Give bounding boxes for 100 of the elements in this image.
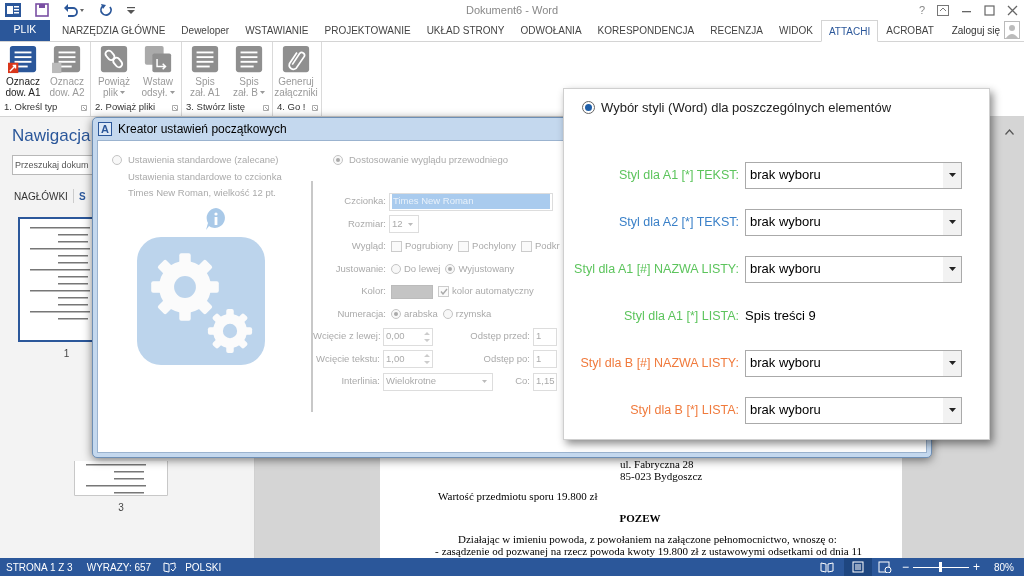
field-label: Czcionka: (343, 194, 387, 209)
collapse-ribbon-icon[interactable] (1005, 129, 1014, 135)
dropdown[interactable]: brak wyboru (745, 349, 962, 377)
word-app-icon[interactable] (5, 2, 21, 18)
pane-title: Nawigacja (12, 126, 91, 146)
slider-thumb[interactable] (939, 562, 943, 572)
style-label: Styl dla A2 [*] TEKST: (618, 213, 740, 231)
close-icon[interactable] (1007, 4, 1018, 16)
dialog-launcher-icon[interactable] (311, 104, 318, 111)
dialog-launcher-icon[interactable] (172, 104, 178, 111)
caret-icon (169, 91, 175, 94)
field-label: Rozmiar: (347, 216, 387, 231)
checkbox-label: kolor automatyczny (452, 284, 534, 299)
document-text: zasądzenie od pozwanej na rzecz powoda kwoty 19.800 zł z ustawowymi odsetkami od dnia 11 (441, 545, 862, 558)
ribbon-tab[interactable]: NARZĘDZIA GŁÓWNE (54, 19, 174, 41)
group-label: 4. Go ! (277, 100, 306, 115)
page-thumbnail[interactable] (18, 217, 92, 342)
checkbox-label: Podkr (534, 239, 560, 254)
description-text: Ustawienia standardowe to czcionka (127, 171, 283, 184)
dialog-title: Kreator ustawień początkowych (118, 121, 287, 138)
caret-icon (120, 91, 125, 94)
radio-label: Do lewej (404, 261, 441, 276)
field-label: Co: (514, 374, 531, 389)
radio-label: arabska (404, 306, 438, 321)
proofing-book-icon[interactable] (163, 561, 178, 573)
radio-button[interactable] (582, 101, 595, 115)
check-icon (439, 288, 448, 295)
gears-icon (137, 237, 265, 366)
description-text: Times New Roman, wielkość 12 pt. (127, 187, 277, 200)
zoom-out-button[interactable]: − (901, 561, 909, 573)
style-value: Spis treści 9 (745, 307, 816, 326)
radio-label: Wyjustowany (458, 261, 515, 276)
field-label: Wcięcie tekstu: (315, 351, 381, 366)
field-label: Interlinia: (340, 374, 381, 389)
caret-icon (408, 222, 413, 226)
radio-label: rzymska (455, 306, 492, 321)
redo-icon[interactable] (99, 3, 113, 17)
ribbon-tab[interactable]: UKŁAD STRONY (418, 19, 513, 41)
checkbox-label: Pogrubiony (405, 239, 454, 254)
radio-label: Wybór styli (Word) dla poszczególnych elementów (601, 99, 892, 117)
group-label: 1. Określ typ (4, 100, 58, 115)
dialog-launcher-icon[interactable] (81, 104, 87, 111)
radio-label: Ustawienia standardowe (zalecane) (128, 153, 279, 167)
field-label: Numeracja: (336, 306, 387, 321)
caret-icon (948, 361, 956, 365)
page-count: STRONA 1 Z 3 (6, 560, 73, 575)
info-icon (204, 207, 228, 232)
dropdown[interactable]: brak wyboru (745, 396, 962, 424)
ribbon-tab[interactable]: WSTAWIANIE (237, 19, 317, 41)
dialog-launcher-icon[interactable] (263, 104, 269, 111)
document-heading: POZEW (618, 512, 662, 524)
word-count: WYRAZY: 657 (86, 560, 152, 575)
group-label: 3. Stwórz listę (186, 100, 246, 115)
style-label: Styl dla B [*] LISTA: (629, 401, 740, 419)
ribbon-tab[interactable]: PROJEKTOWANIE (316, 19, 419, 41)
read-mode-icon[interactable] (819, 561, 834, 573)
field-label: Wygląd: (350, 239, 387, 254)
pane-tab[interactable]: S (78, 188, 86, 204)
pane-tab[interactable]: NAGŁÓWKI (14, 188, 68, 204)
ribbon-tab[interactable]: ODWOŁANIA (512, 19, 590, 41)
ribbon-button[interactable]: Oznacz dow. A1 (2, 42, 44, 101)
field-label: Odstęp po: (482, 351, 531, 366)
style-label: Styl dla B [#] NAZWA LISTY: (579, 354, 740, 372)
caret-icon (948, 408, 956, 412)
ribbon-tab[interactable]: KORESPONDENCJA (589, 19, 703, 41)
caret-icon (948, 220, 956, 224)
search-field[interactable]: Przeszukaj dokum (12, 155, 92, 175)
maximize-icon[interactable] (984, 4, 995, 16)
ribbon-tab[interactable]: ATTACHI (820, 20, 879, 42)
web-layout-icon[interactable] (877, 561, 892, 573)
sign-in-link[interactable]: Zaloguj się (951, 22, 1000, 38)
undo-icon[interactable] (63, 3, 85, 17)
ribbon-tab[interactable]: PLIK (0, 19, 50, 41)
zoom-slider[interactable] (912, 562, 969, 572)
ribbon-tab[interactable]: Deweloper (173, 19, 238, 41)
style-label: Styl dla A1 [#] NAZWA LISTY: (573, 260, 740, 278)
dropdown[interactable]: brak wyboru (745, 208, 962, 236)
save-icon[interactable] (35, 3, 49, 17)
ribbon-display-icon[interactable] (937, 4, 949, 16)
zoom-in-button[interactable]: + (972, 561, 980, 573)
list-bullet: - (435, 545, 440, 558)
window-title: Dokument6 - Word (465, 3, 559, 16)
dropdown[interactable]: brak wyboru (745, 255, 962, 283)
page-number: 1 (63, 347, 70, 361)
field-label: Wcięcie z lewej: (313, 329, 382, 344)
caret-icon (948, 267, 956, 271)
ribbon-tab[interactable]: WIDOK (771, 19, 821, 41)
app-icon: A (98, 122, 112, 136)
print-layout-icon[interactable] (851, 561, 864, 573)
customize-caret-icon[interactable] (127, 6, 135, 14)
checkbox-label: Pochylony (472, 239, 516, 254)
document-text: Działając w imieniu powoda, z powołaniem na załączone pełnomocnictwo, wnoszę o: (457, 533, 838, 545)
ribbon-tab[interactable]: RECENZJA (702, 19, 772, 41)
style-label: Styl dla A1 [*] LISTA: (622, 307, 740, 325)
help-button[interactable]: ? (918, 1, 925, 19)
document-text: 85-023 Bydgoszcz (619, 470, 704, 482)
ribbon-tab[interactable]: ACROBAT (878, 19, 942, 41)
caret-icon (482, 380, 487, 383)
dropdown[interactable]: brak wyboru (745, 161, 962, 189)
field-label: Odstęp przed: (469, 329, 531, 344)
